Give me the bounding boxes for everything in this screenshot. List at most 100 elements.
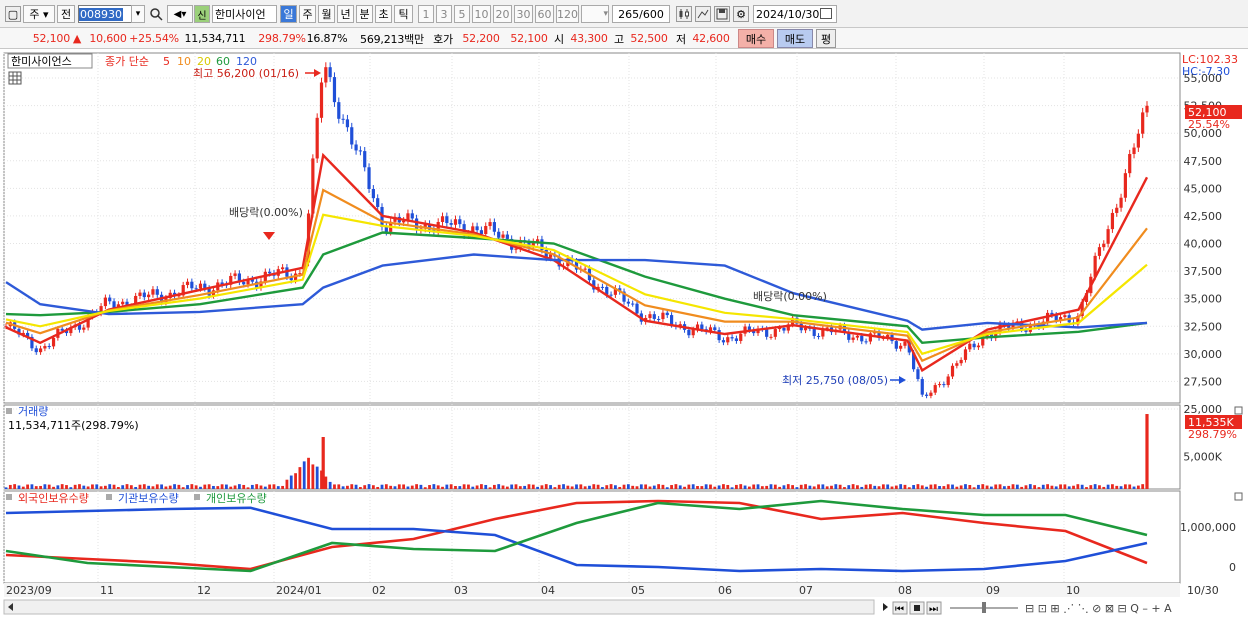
search-icon[interactable] xyxy=(148,6,164,22)
candle-body xyxy=(43,346,47,349)
volume-bar xyxy=(553,487,557,489)
volume-bar xyxy=(605,485,609,489)
interval-120-button[interactable]: 120 xyxy=(556,5,579,23)
legend-foreign[interactable]: 외국인보유수량 xyxy=(18,492,89,505)
price-panel-title[interactable]: 한미사이언스 xyxy=(11,55,72,68)
x-axis-label: 09 xyxy=(986,584,1000,597)
buy-button[interactable]: 매수 xyxy=(738,29,774,48)
interval-5-button[interactable]: 5 xyxy=(454,5,470,23)
volume-bar xyxy=(752,484,756,489)
candle-body xyxy=(194,288,198,290)
volume-bar xyxy=(1093,484,1097,489)
stock-name-field[interactable]: 한미사이언 xyxy=(212,5,277,23)
volume-bar xyxy=(138,484,142,489)
candle-body xyxy=(488,222,492,227)
interval-10-button[interactable]: 10 xyxy=(472,5,491,23)
candle-icon[interactable] xyxy=(676,6,692,22)
candle-body xyxy=(281,267,285,270)
price-tick-label: 40,000 xyxy=(1184,238,1223,251)
volume-bar xyxy=(104,485,107,489)
volume-bar xyxy=(488,487,492,489)
candle-body xyxy=(583,268,587,270)
legend-institution[interactable]: 기관보유수량 xyxy=(118,492,179,505)
bottom-controls[interactable]: ⏮ ⏭ ⊟ ⊡ ⊞ ⋰ ⋱ ⊘ ⊠ ⊟ Q – + A xyxy=(883,601,1172,615)
candle-body xyxy=(734,338,739,341)
volume-bar xyxy=(760,486,764,489)
volume-bar xyxy=(1037,487,1041,489)
volume-bar xyxy=(1115,485,1119,489)
volume-bar xyxy=(225,484,228,489)
calendar-icon[interactable] xyxy=(820,8,832,19)
grid-icon[interactable] xyxy=(8,71,22,85)
volume-bar xyxy=(838,484,842,489)
sound-icon[interactable]: ◀▾ xyxy=(167,5,193,23)
volume-bar xyxy=(890,486,894,489)
code-dropdown-icon[interactable]: ▾ xyxy=(131,5,145,23)
holding-panel-close-icon[interactable] xyxy=(1234,492,1243,501)
volume-title[interactable]: 거래량 xyxy=(18,405,48,418)
ask-price: 52,200 xyxy=(462,32,500,45)
horizontal-scrollbar[interactable] xyxy=(3,599,875,615)
volume-bar xyxy=(544,484,548,489)
interval-3-button[interactable]: 3 xyxy=(436,5,452,23)
date-value: 2024/10/30 xyxy=(756,7,820,21)
last-pct-tag: 25.54% xyxy=(1188,118,1230,131)
compare-button[interactable]: 전 xyxy=(57,5,75,23)
chart-area[interactable]: 55,00052,50050,00047,50045,00042,50040,0… xyxy=(0,51,1248,621)
count-field[interactable]: 265/600 xyxy=(612,5,670,23)
period-year-button[interactable]: 년 xyxy=(337,5,354,23)
interval-30-button[interactable]: 30 xyxy=(514,5,533,23)
legend-individual[interactable]: 개인보유수량 xyxy=(206,492,267,505)
volume-bar xyxy=(583,486,587,489)
volume-bar xyxy=(817,484,820,489)
save-icon[interactable] xyxy=(714,6,730,22)
period-week-button[interactable]: 주 xyxy=(299,5,316,23)
volume-bar xyxy=(981,484,985,489)
period-month-button[interactable]: 월 xyxy=(318,5,335,23)
sell-button[interactable]: 매도 xyxy=(777,29,813,48)
candle-body xyxy=(151,289,155,295)
volume-bar xyxy=(281,485,285,489)
candle-body xyxy=(505,234,509,239)
volume-panel-close-icon[interactable] xyxy=(1234,406,1243,415)
candle-body xyxy=(190,281,194,289)
layout-icon[interactable]: ▢ xyxy=(5,6,21,22)
stock-type-tag[interactable]: 신 xyxy=(194,5,210,23)
volume-bar xyxy=(588,485,591,489)
candle-body xyxy=(963,349,968,360)
volume-bar xyxy=(164,486,168,489)
candle-body xyxy=(354,144,358,151)
interval-custom-select[interactable]: ▾ xyxy=(581,5,609,23)
candle-body xyxy=(367,167,371,189)
volume-bar xyxy=(1041,484,1045,489)
period-tick-button[interactable]: 틱 xyxy=(394,5,413,23)
volume-bar xyxy=(678,485,682,489)
eval-button[interactable]: 평 xyxy=(816,29,836,48)
volume-bar xyxy=(186,485,189,489)
candle-body xyxy=(851,337,855,340)
candle-body xyxy=(739,333,743,341)
volume-bar xyxy=(531,484,535,489)
volume-bar xyxy=(389,485,393,489)
candle-body xyxy=(899,345,903,349)
gear-icon[interactable]: ⚙ xyxy=(733,6,749,22)
interval-1-button[interactable]: 1 xyxy=(418,5,434,23)
period-minute-button[interactable]: 분 xyxy=(356,5,373,23)
candle-body xyxy=(609,294,613,296)
line-tool-icon[interactable] xyxy=(695,6,711,22)
volume-bar xyxy=(536,486,540,489)
interval-60-button[interactable]: 60 xyxy=(535,5,554,23)
volume-bar xyxy=(886,484,890,489)
ma5-label: 5 xyxy=(163,55,170,68)
volume-bar xyxy=(804,484,807,489)
volume-bar xyxy=(808,485,812,489)
period-second-button[interactable]: 초 xyxy=(375,5,392,23)
period-day-button[interactable]: 일 xyxy=(280,5,297,23)
volume-bar xyxy=(367,484,371,489)
period-type-select[interactable]: 주 ▾ xyxy=(23,5,55,23)
volume-bar xyxy=(1024,485,1028,489)
interval-20-button[interactable]: 20 xyxy=(493,5,512,23)
volume-bar xyxy=(1132,486,1136,489)
volume-bar xyxy=(207,484,211,489)
volume-bar xyxy=(99,486,103,489)
